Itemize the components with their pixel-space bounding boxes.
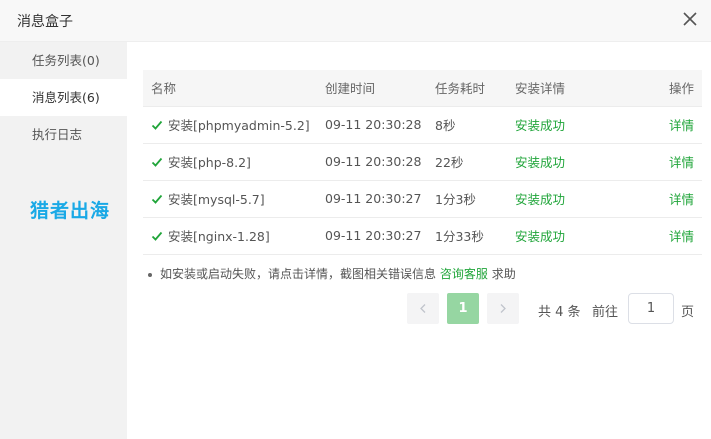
chevron-right-icon <box>500 304 506 313</box>
task-duration: 1分3秒 <box>427 180 507 218</box>
bullet-dot-icon <box>148 272 152 277</box>
task-duration: 1分33秒 <box>427 217 507 255</box>
task-name: 安装[php-8.2] <box>168 155 251 170</box>
detail-link[interactable]: 详情 <box>669 155 694 170</box>
task-duration: 8秒 <box>427 106 507 144</box>
sidebar-item-message-list[interactable]: 消息列表(6) <box>0 79 127 116</box>
table-row: 安装[nginx-1.28] 09-11 20:30:27 1分33秒 安装成功… <box>143 217 702 255</box>
dialog-header: 消息盒子 <box>0 0 711 42</box>
created-time: 09-11 20:30:27 <box>317 180 427 218</box>
install-status: 安装成功 <box>507 106 632 144</box>
contact-support-link[interactable]: 咨询客服 <box>440 267 488 281</box>
page-number-button[interactable]: 1 <box>447 293 479 324</box>
install-status: 安装成功 <box>507 217 632 255</box>
goto-page-input[interactable] <box>628 293 674 324</box>
total-count: 共 4 条 <box>538 305 581 320</box>
check-icon <box>151 120 163 130</box>
sidebar-item-label: 消息列表(6) <box>32 90 100 105</box>
prev-page-button[interactable] <box>407 293 439 324</box>
tip-suffix: 求助 <box>491 267 516 281</box>
created-time: 09-11 20:30:27 <box>317 217 427 255</box>
watermark-logo: 猎者出海 <box>30 200 111 222</box>
column-header-name: 名称 <box>143 70 317 107</box>
table-row: 安装[mysql-5.7] 09-11 20:30:27 1分3秒 安装成功 详… <box>143 180 702 218</box>
help-tip: 如安装或启动失败，请点击详情，截图相关错误信息 咨询客服 求助 <box>148 265 516 282</box>
next-page-button[interactable] <box>487 293 519 324</box>
check-icon <box>151 231 163 241</box>
sidebar-item-label: 执行日志 <box>32 127 83 142</box>
detail-link[interactable]: 详情 <box>669 118 694 133</box>
task-name: 安装[phpmyadmin-5.2] <box>168 118 310 133</box>
task-name: 安装[nginx-1.28] <box>168 229 270 244</box>
goto-label: 前往 <box>592 305 619 320</box>
chevron-left-icon <box>420 304 426 313</box>
check-icon <box>151 194 163 204</box>
message-table: 名称 创建时间 任务耗时 安装详情 操作 安装[phpmyadmin-5.2] … <box>143 70 702 255</box>
task-name: 安装[mysql-5.7] <box>168 192 265 207</box>
detail-link[interactable]: 详情 <box>669 229 694 244</box>
column-header-action: 操作 <box>631 70 702 107</box>
sidebar-item-execution-log[interactable]: 执行日志 <box>0 116 127 153</box>
column-header-duration: 任务耗时 <box>427 70 507 107</box>
table-row: 安装[phpmyadmin-5.2] 09-11 20:30:28 8秒 安装成… <box>143 106 702 144</box>
sidebar-item-task-list[interactable]: 任务列表(0) <box>0 42 127 79</box>
table-row: 安装[php-8.2] 09-11 20:30:28 22秒 安装成功 详情 <box>143 143 702 181</box>
sidebar: 任务列表(0) 消息列表(6) 执行日志 <box>0 42 127 439</box>
column-header-install-detail: 安装详情 <box>507 70 632 107</box>
check-icon <box>151 157 163 167</box>
install-status: 安装成功 <box>507 180 632 218</box>
message-box-dialog: 消息盒子 任务列表(0) 消息列表(6) 执行日志 猎者出海 名称 创建时间 任… <box>0 0 711 439</box>
dialog-title: 消息盒子 <box>17 14 73 30</box>
detail-link[interactable]: 详情 <box>669 192 694 207</box>
created-time: 09-11 20:30:28 <box>317 143 427 181</box>
close-icon[interactable] <box>681 10 699 28</box>
table-header-row: 名称 创建时间 任务耗时 安装详情 操作 <box>143 70 702 107</box>
install-status: 安装成功 <box>507 143 632 181</box>
sidebar-item-label: 任务列表(0) <box>32 53 100 68</box>
created-time: 09-11 20:30:28 <box>317 106 427 144</box>
page-unit-label: 页 <box>681 305 695 320</box>
tip-text: 如安装或启动失败，请点击详情，截图相关错误信息 <box>160 267 437 281</box>
task-duration: 22秒 <box>427 143 507 181</box>
message-list-panel: 名称 创建时间 任务耗时 安装详情 操作 安装[phpmyadmin-5.2] … <box>143 70 702 255</box>
column-header-created-time: 创建时间 <box>317 70 427 107</box>
